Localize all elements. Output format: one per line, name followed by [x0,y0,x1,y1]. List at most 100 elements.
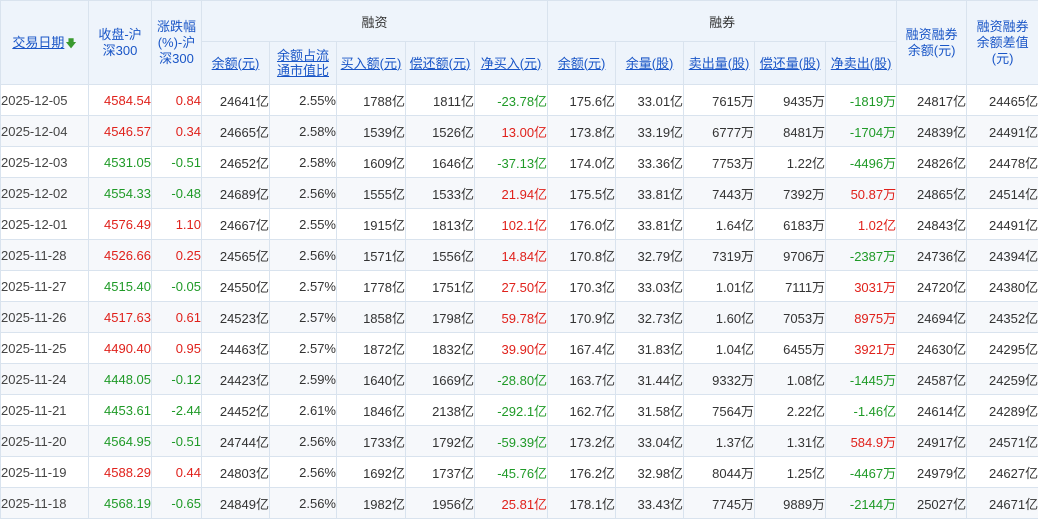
sort-change-link[interactable]: 涨跌幅 (%)-沪 深300 [157,19,196,66]
sort-m-net-link[interactable]: 净买入(元) [481,56,542,71]
sort-s-repay-link[interactable]: 偿还量(股) [760,56,821,71]
header-m-ratio[interactable]: 余额占流 通市值比 [269,41,337,85]
cell-short-volume: 31.44亿 [615,363,685,395]
cell-diff-balance: 24380亿 [966,270,1038,302]
header-s-volume[interactable]: 余量(股) [615,41,685,85]
cell-date: 2025-11-26 [0,301,89,333]
header-m-buy[interactable]: 买入额(元) [336,41,406,85]
table-row: 2025-12-01 4576.49 1.10 24667亿 2.55% 1915亿 181… [0,208,1038,240]
cell-short-volume: 31.58亿 [615,394,685,426]
cell-diff-balance: 24671亿 [966,487,1038,519]
header-close[interactable]: 收盘-沪 深300 [88,0,152,85]
cell-change: -2.44 [151,394,202,426]
header-m-balance[interactable]: 余额(元) [201,41,270,85]
cell-short-volume: 33.36亿 [615,146,685,178]
cell-short-balance: 163.7亿 [547,363,617,395]
cell-margin-balance: 24803亿 [201,456,270,488]
cell-short-balance: 173.2亿 [547,425,617,457]
table-row: 2025-12-05 4584.54 0.84 24641亿 2.55% 1788亿 181… [0,84,1038,116]
header-trade-date[interactable]: 交易日期🡇 [0,0,89,85]
table-row: 2025-12-02 4554.33 -0.48 24689亿 2.56% 1555亿 15… [0,177,1038,209]
cell-total-balance: 24843亿 [896,208,968,240]
sort-total-balance-link[interactable]: 融资融券 余额(元) [906,27,958,58]
cell-date: 2025-12-05 [0,84,89,116]
sort-s-volume-link[interactable]: 余量(股) [626,56,674,71]
cell-short-repay: 9435万 [754,84,827,116]
cell-short-net: 584.9万 [825,425,898,457]
cell-margin-buy: 1609亿 [336,146,406,178]
cell-short-net: -4496万 [825,146,898,178]
cell-margin-net: 39.90亿 [473,332,549,364]
arrow-down-icon[interactable]: 🡇 [65,38,76,50]
cell-total-balance: 24826亿 [896,146,968,178]
sort-trade-date-link[interactable]: 交易日期 [12,35,64,50]
cell-margin-buy: 1858亿 [336,301,406,333]
cell-margin-ratio: 2.56% [269,456,337,488]
cell-change: 0.44 [151,456,202,488]
header-diff-balance[interactable]: 融资融券 余额差值 (元) [966,0,1038,85]
header-s-sell[interactable]: 卖出量(股) [683,41,756,85]
cell-diff-balance: 24514亿 [966,177,1038,209]
header-s-net[interactable]: 净卖出(股) [825,41,898,85]
header-s-balance[interactable]: 余额(元) [547,41,617,85]
cell-short-balance: 170.9亿 [547,301,617,333]
cell-margin-repay: 1556亿 [405,239,475,271]
cell-short-net: 8975万 [825,301,898,333]
header-m-repay[interactable]: 偿还额(元) [405,41,475,85]
header-total-balance[interactable]: 融资融券 余额(元) [896,0,968,85]
sort-close-link[interactable]: 收盘-沪 深300 [98,27,141,58]
cell-diff-balance: 24491亿 [966,115,1038,147]
cell-short-balance: 176.0亿 [547,208,617,240]
sort-m-repay-link[interactable]: 偿还额(元) [410,56,471,71]
cell-margin-repay: 1646亿 [405,146,475,178]
cell-short-volume: 31.83亿 [615,332,685,364]
header-s-repay[interactable]: 偿还量(股) [754,41,827,85]
table-row: 2025-11-24 4448.05 -0.12 24423亿 2.59% 1640亿 16… [0,363,1038,395]
cell-margin-net: 21.94亿 [473,177,549,209]
cell-diff-balance: 24289亿 [966,394,1038,426]
cell-margin-balance: 24667亿 [201,208,270,240]
cell-date: 2025-11-28 [0,239,89,271]
cell-diff-balance: 24465亿 [966,84,1038,116]
table-row: 2025-11-19 4588.29 0.44 24803亿 2.56% 1692亿 173… [0,456,1038,488]
table-header: 交易日期🡇 收盘-沪 深300 涨跌幅 (%)-沪 深300 融资 融券 融资融券 余额… [0,0,1038,85]
cell-total-balance: 24865亿 [896,177,968,209]
sort-s-net-link[interactable]: 净卖出(股) [831,56,892,71]
cell-margin-net: -45.76亿 [473,456,549,488]
cell-margin-repay: 1751亿 [405,270,475,302]
cell-change: -0.51 [151,425,202,457]
cell-margin-balance: 24665亿 [201,115,270,147]
cell-short-balance: 174.0亿 [547,146,617,178]
cell-margin-ratio: 2.57% [269,301,337,333]
cell-short-volume: 33.04亿 [615,425,685,457]
cell-margin-balance: 24689亿 [201,177,270,209]
header-m-net[interactable]: 净买入(元) [473,41,549,85]
cell-close: 4568.19 [88,487,152,519]
cell-margin-balance: 24463亿 [201,332,270,364]
cell-diff-balance: 24352亿 [966,301,1038,333]
sort-m-ratio-link[interactable]: 余额占流 通市值比 [277,48,329,78]
cell-margin-ratio: 2.56% [269,487,337,519]
cell-total-balance: 24817亿 [896,84,968,116]
table-body: 2025-12-05 4584.54 0.84 24641亿 2.55% 1788亿 181… [0,84,1038,519]
cell-date: 2025-11-24 [0,363,89,395]
header-change[interactable]: 涨跌幅 (%)-沪 深300 [151,0,202,85]
sort-s-sell-link[interactable]: 卖出量(股) [689,56,750,71]
cell-close: 4546.57 [88,115,152,147]
cell-margin-buy: 1640亿 [336,363,406,395]
sort-diff-balance-link[interactable]: 融资融券 余额差值 (元) [977,19,1029,66]
table-row: 2025-11-26 4517.63 0.61 24523亿 2.57% 1858亿 179… [0,301,1038,333]
cell-short-sell: 7753万 [683,146,756,178]
sort-m-buy-link[interactable]: 买入额(元) [341,56,402,71]
table-row: 2025-11-18 4568.19 -0.65 24849亿 2.56% 1982亿 19… [0,487,1038,519]
cell-short-balance: 173.8亿 [547,115,617,147]
sort-s-balance-link[interactable]: 余额(元) [558,56,606,71]
cell-margin-balance: 24423亿 [201,363,270,395]
sort-m-balance-link[interactable]: 余额(元) [212,56,260,71]
cell-margin-buy: 1555亿 [336,177,406,209]
cell-total-balance: 24614亿 [896,394,968,426]
cell-margin-balance: 24452亿 [201,394,270,426]
cell-diff-balance: 24394亿 [966,239,1038,271]
cell-short-repay: 9889万 [754,487,827,519]
cell-short-net: 1.02亿 [825,208,898,240]
